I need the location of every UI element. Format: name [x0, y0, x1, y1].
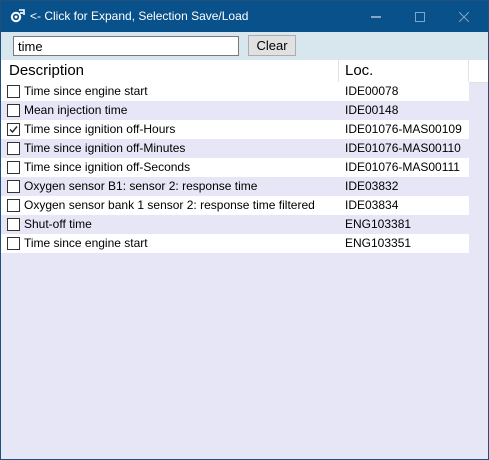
- maximize-icon: [415, 11, 425, 22]
- row-checkbox[interactable]: [7, 104, 20, 117]
- window-title[interactable]: <- Click for Expand, Selection Save/Load: [30, 9, 248, 23]
- gear-app-icon[interactable]: [10, 8, 26, 24]
- maximize-button[interactable]: [398, 1, 442, 32]
- close-button[interactable]: [442, 1, 486, 32]
- table-row[interactable]: Time since engine start IDE00078: [1, 82, 469, 101]
- clear-button[interactable]: Clear: [248, 35, 296, 56]
- table-row[interactable]: Mean injection time IDE00148: [1, 101, 469, 120]
- row-checkbox[interactable]: [7, 161, 20, 174]
- table-row[interactable]: Oxygen sensor bank 1 sensor 2: response …: [1, 196, 469, 215]
- search-input[interactable]: [13, 36, 239, 56]
- title-bar[interactable]: <- Click for Expand, Selection Save/Load: [1, 1, 488, 32]
- grid-header: Description Loc.: [1, 60, 488, 83]
- row-description: Shut-off time: [24, 217, 92, 231]
- row-location: IDE01076-MAS00110: [345, 141, 461, 155]
- row-description: Oxygen sensor B1: sensor 2: response tim…: [24, 179, 258, 193]
- column-header-location[interactable]: Loc.: [345, 60, 373, 82]
- row-location: ENG103351: [345, 236, 412, 250]
- checkmark-icon: [9, 126, 18, 134]
- row-description: Mean injection time: [24, 103, 128, 117]
- row-checkbox[interactable]: [7, 142, 20, 155]
- row-checkbox[interactable]: [7, 85, 20, 98]
- column-header-description[interactable]: Description: [9, 60, 84, 82]
- column-divider[interactable]: [338, 60, 339, 82]
- row-location: IDE01076-MAS00109: [345, 122, 462, 136]
- row-checkbox[interactable]: [7, 123, 20, 136]
- row-location: IDE03834: [345, 198, 399, 212]
- row-checkbox[interactable]: [7, 180, 20, 193]
- search-bar: Clear: [1, 32, 488, 60]
- row-checkbox[interactable]: [7, 199, 20, 212]
- table-row[interactable]: Oxygen sensor B1: sensor 2: response tim…: [1, 177, 469, 196]
- row-description: Time since ignition off-Minutes: [24, 141, 186, 155]
- row-location: ENG103381: [345, 217, 412, 231]
- row-description: Time since engine start: [24, 236, 148, 250]
- row-location: IDE01076-MAS00111: [345, 160, 460, 174]
- row-description: Time since ignition off-Seconds: [24, 160, 191, 174]
- results-grid: Description Loc. Time since engine start…: [1, 60, 488, 459]
- close-icon: [459, 11, 469, 22]
- row-location: IDE00148: [345, 103, 399, 117]
- row-description: Oxygen sensor bank 1 sensor 2: response …: [24, 198, 315, 212]
- grid-rows: Time since engine start IDE00078 Mean in…: [1, 82, 469, 253]
- table-row[interactable]: Time since engine start ENG103351: [1, 234, 469, 253]
- minimize-icon: [371, 16, 381, 17]
- column-divider[interactable]: [468, 60, 469, 82]
- row-description: Time since engine start: [24, 84, 148, 98]
- table-row[interactable]: Time since ignition off-Seconds IDE01076…: [1, 158, 469, 177]
- row-checkbox[interactable]: [7, 218, 20, 231]
- row-location: IDE00078: [345, 84, 399, 98]
- app-window: <- Click for Expand, Selection Save/Load…: [0, 0, 489, 460]
- row-description: Time since ignition off-Hours: [24, 122, 176, 136]
- minimize-button[interactable]: [354, 1, 398, 32]
- table-row[interactable]: Shut-off time ENG103381: [1, 215, 469, 234]
- table-row[interactable]: Time since ignition off-Hours IDE01076-M…: [1, 120, 469, 139]
- row-checkbox[interactable]: [7, 237, 20, 250]
- row-location: IDE03832: [345, 179, 399, 193]
- table-row[interactable]: Time since ignition off-Minutes IDE01076…: [1, 139, 469, 158]
